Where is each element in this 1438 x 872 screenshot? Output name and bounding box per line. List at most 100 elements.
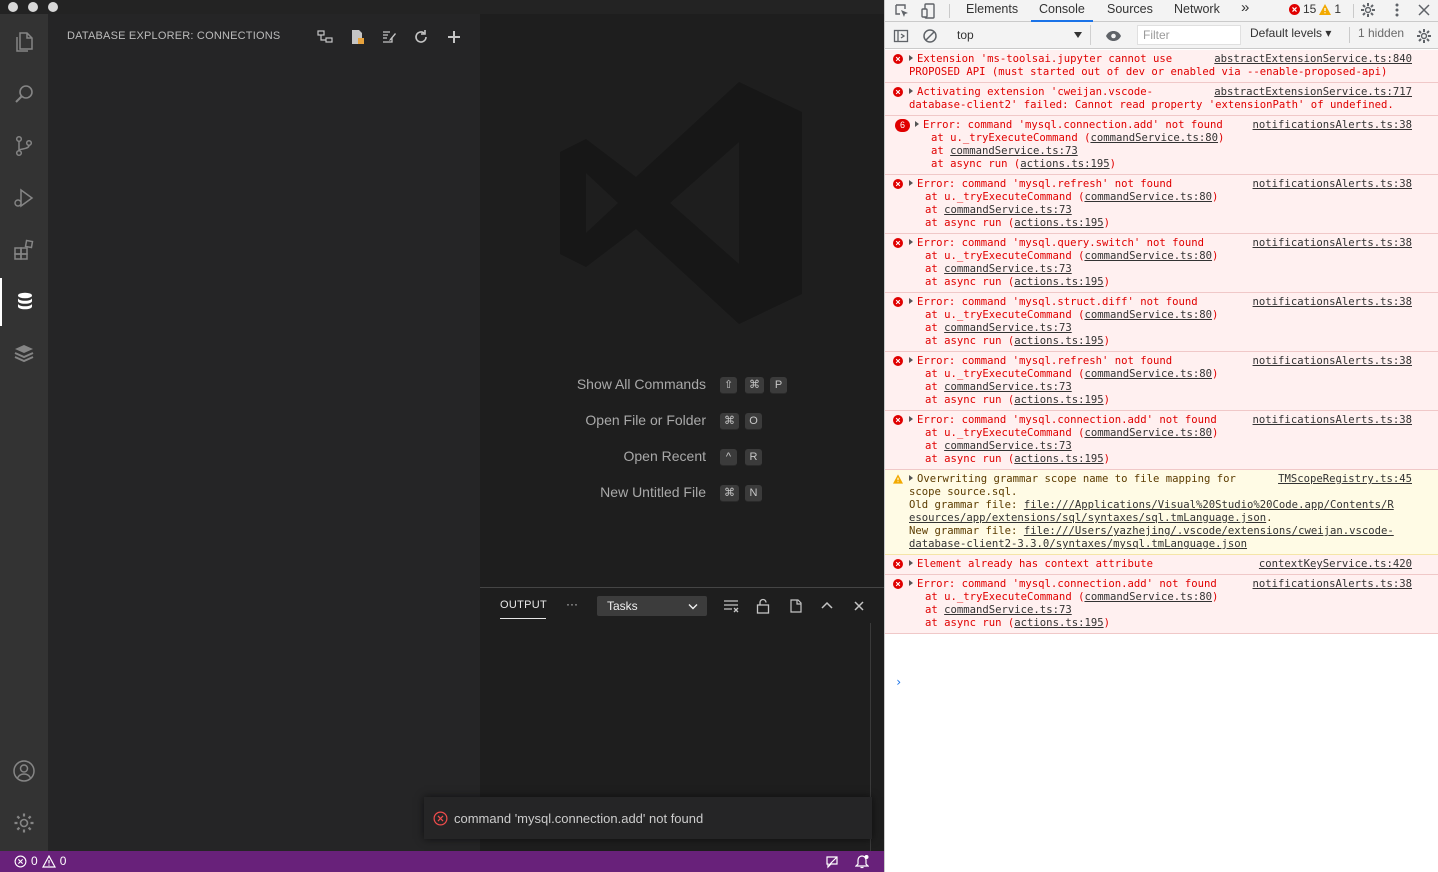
file-link[interactable]: actions.ts:195 xyxy=(1014,453,1103,465)
close-devtools-icon[interactable] xyxy=(1416,2,1432,18)
expand-triangle-icon[interactable] xyxy=(909,88,913,94)
tab-console[interactable]: Console xyxy=(1031,0,1093,22)
search-button[interactable] xyxy=(0,70,48,118)
expand-triangle-icon[interactable] xyxy=(909,560,913,566)
connection-tree-button[interactable] xyxy=(314,26,336,48)
accounts-button[interactable] xyxy=(0,747,48,795)
tab-output[interactable]: OUTPUT xyxy=(500,599,547,611)
file-link[interactable]: actions.ts:195 xyxy=(1014,217,1103,229)
log-levels-select[interactable]: Default levels ▾ xyxy=(1250,26,1331,40)
inspect-element-icon[interactable] xyxy=(894,3,910,19)
source-link[interactable]: notificationsAlerts.ts:38 xyxy=(1248,178,1412,191)
source-link[interactable]: abstractExtensionService.ts:840 xyxy=(1210,53,1412,66)
expand-triangle-icon[interactable] xyxy=(909,580,913,586)
console-settings-icon[interactable] xyxy=(1416,28,1432,44)
edit-connection-button[interactable] xyxy=(378,26,400,48)
file-link[interactable]: commandService.ts:80 xyxy=(1084,427,1212,439)
close-panel-button[interactable] xyxy=(849,596,869,616)
file-link[interactable]: commandService.ts:73 xyxy=(944,204,1072,216)
expand-triangle-icon[interactable] xyxy=(909,298,913,304)
source-link[interactable]: notificationsAlerts.ts:38 xyxy=(1248,237,1412,250)
console-error-message[interactable]: 6 Error: command 'mysql.connection.add' n… xyxy=(885,116,1438,175)
console-error-message[interactable]: Error: command 'mysql.refresh' not found… xyxy=(885,352,1438,411)
file-link[interactable]: commandService.ts:80 xyxy=(1084,368,1212,380)
console-prompt[interactable]: › xyxy=(895,676,902,689)
error-notification[interactable]: command 'mysql.connection.add' not found xyxy=(424,797,872,839)
file-link[interactable]: commandService.ts:80 xyxy=(1084,591,1212,603)
console-error-message[interactable]: Error: command 'mysql.query.switch' not … xyxy=(885,234,1438,293)
expand-triangle-icon[interactable] xyxy=(915,121,919,127)
source-link[interactable]: TMScopeRegistry.ts:45 xyxy=(1274,473,1412,486)
file-link[interactable]: commandService.ts:80 xyxy=(1084,250,1212,262)
source-link[interactable]: notificationsAlerts.ts:38 xyxy=(1248,578,1412,591)
console-error-message[interactable]: Element already has context attribute con… xyxy=(885,555,1438,575)
console-error-message[interactable]: Error: command 'mysql.refresh' not found… xyxy=(885,175,1438,234)
source-link[interactable]: notificationsAlerts.ts:38 xyxy=(1248,414,1412,427)
file-link[interactable]: file:///Applications/Visual%20Studio%20C… xyxy=(1024,499,1394,511)
file-link[interactable]: commandService.ts:73 xyxy=(944,440,1072,452)
tab-sources[interactable]: Sources xyxy=(1107,0,1153,22)
notifications-bell-icon[interactable] xyxy=(855,854,869,869)
javascript-context-select[interactable]: top xyxy=(951,25,1091,45)
feedback-icon[interactable] xyxy=(825,855,839,869)
maximize-panel-button[interactable] xyxy=(817,596,837,616)
open-in-editor-button[interactable] xyxy=(786,596,806,616)
expand-triangle-icon[interactable] xyxy=(909,475,913,481)
file-link[interactable]: commandService.ts:80 xyxy=(1084,309,1212,321)
console-error-message[interactable]: Error: command 'mysql.struct.diff' not f… xyxy=(885,293,1438,352)
console-error-message[interactable]: Activating extension 'cweijan.vscode-dat… xyxy=(885,83,1438,116)
manage-button[interactable] xyxy=(0,799,48,847)
database-button[interactable] xyxy=(0,278,48,326)
sidebar-toggle-icon[interactable] xyxy=(893,28,909,44)
console-warning-message[interactable]: Overwriting grammar scope name to file m… xyxy=(885,470,1438,555)
welcome-command-label[interactable]: Open Recent xyxy=(624,448,707,464)
file-link[interactable]: commandService.ts:80 xyxy=(1090,132,1218,144)
run-debug-button[interactable] xyxy=(0,174,48,222)
console-filter-input[interactable]: Filter xyxy=(1137,25,1241,45)
file-link[interactable]: actions.ts:195 xyxy=(1014,276,1103,288)
lock-scroll-button[interactable] xyxy=(753,596,773,616)
source-control-button[interactable] xyxy=(0,122,48,170)
clear-output-button[interactable] xyxy=(721,596,741,616)
file-link[interactable]: actions.ts:195 xyxy=(1014,335,1103,347)
source-link[interactable]: notificationsAlerts.ts:38 xyxy=(1248,355,1412,368)
source-link[interactable]: abstractExtensionService.ts:717 xyxy=(1210,86,1412,99)
file-link[interactable]: actions.ts:195 xyxy=(1020,158,1109,170)
file-link[interactable]: database-client2-3.3.0/syntaxes/mysql.tm… xyxy=(909,538,1247,550)
panel-more-button[interactable]: ··· xyxy=(566,597,578,611)
expand-triangle-icon[interactable] xyxy=(909,180,913,186)
file-link[interactable]: commandService.ts:80 xyxy=(1084,191,1212,203)
layers-button[interactable] xyxy=(0,330,48,378)
more-tabs-button[interactable]: » xyxy=(1241,0,1249,22)
extensions-button[interactable] xyxy=(0,226,48,274)
tab-network[interactable]: Network xyxy=(1174,0,1220,22)
new-query-button[interactable] xyxy=(346,26,368,48)
welcome-command-label[interactable]: Show All Commands xyxy=(577,376,706,392)
source-link[interactable]: notificationsAlerts.ts:38 xyxy=(1248,296,1412,309)
expand-triangle-icon[interactable] xyxy=(909,357,913,363)
expand-triangle-icon[interactable] xyxy=(909,55,913,61)
settings-gear-icon[interactable] xyxy=(1360,2,1376,18)
kebab-menu-icon[interactable] xyxy=(1389,2,1405,18)
file-link[interactable]: actions.ts:195 xyxy=(1014,617,1103,629)
issues-counter[interactable]: 15 1 xyxy=(1289,2,1341,16)
device-toolbar-icon[interactable] xyxy=(921,3,937,19)
file-link[interactable]: commandService.ts:73 xyxy=(944,263,1072,275)
output-channel-select[interactable]: Tasks xyxy=(597,596,707,616)
eye-icon[interactable] xyxy=(1105,28,1122,44)
refresh-button[interactable] xyxy=(410,26,432,48)
console-error-message[interactable]: Extension 'ms-toolsai.jupyter cannot use… xyxy=(885,50,1438,83)
file-link[interactable]: file:///Users/yazhejing/.vscode/extensio… xyxy=(1024,525,1394,537)
file-link[interactable]: commandService.ts:73 xyxy=(950,145,1078,157)
file-link[interactable]: esources/app/extensions/sql/syntaxes/sql… xyxy=(909,512,1266,524)
file-link[interactable]: commandService.ts:73 xyxy=(944,604,1072,616)
welcome-command-label[interactable]: New Untitled File xyxy=(600,484,706,500)
file-link[interactable]: actions.ts:195 xyxy=(1014,394,1103,406)
add-connection-button[interactable] xyxy=(443,26,465,48)
file-link[interactable]: commandService.ts:73 xyxy=(944,322,1072,334)
minimize-window-button[interactable] xyxy=(28,2,38,12)
zoom-window-button[interactable] xyxy=(48,2,58,12)
console-error-message[interactable]: Error: command 'mysql.connection.add' no… xyxy=(885,411,1438,470)
close-window-button[interactable] xyxy=(8,2,18,12)
console-error-message[interactable]: Error: command 'mysql.connection.add' no… xyxy=(885,575,1438,634)
